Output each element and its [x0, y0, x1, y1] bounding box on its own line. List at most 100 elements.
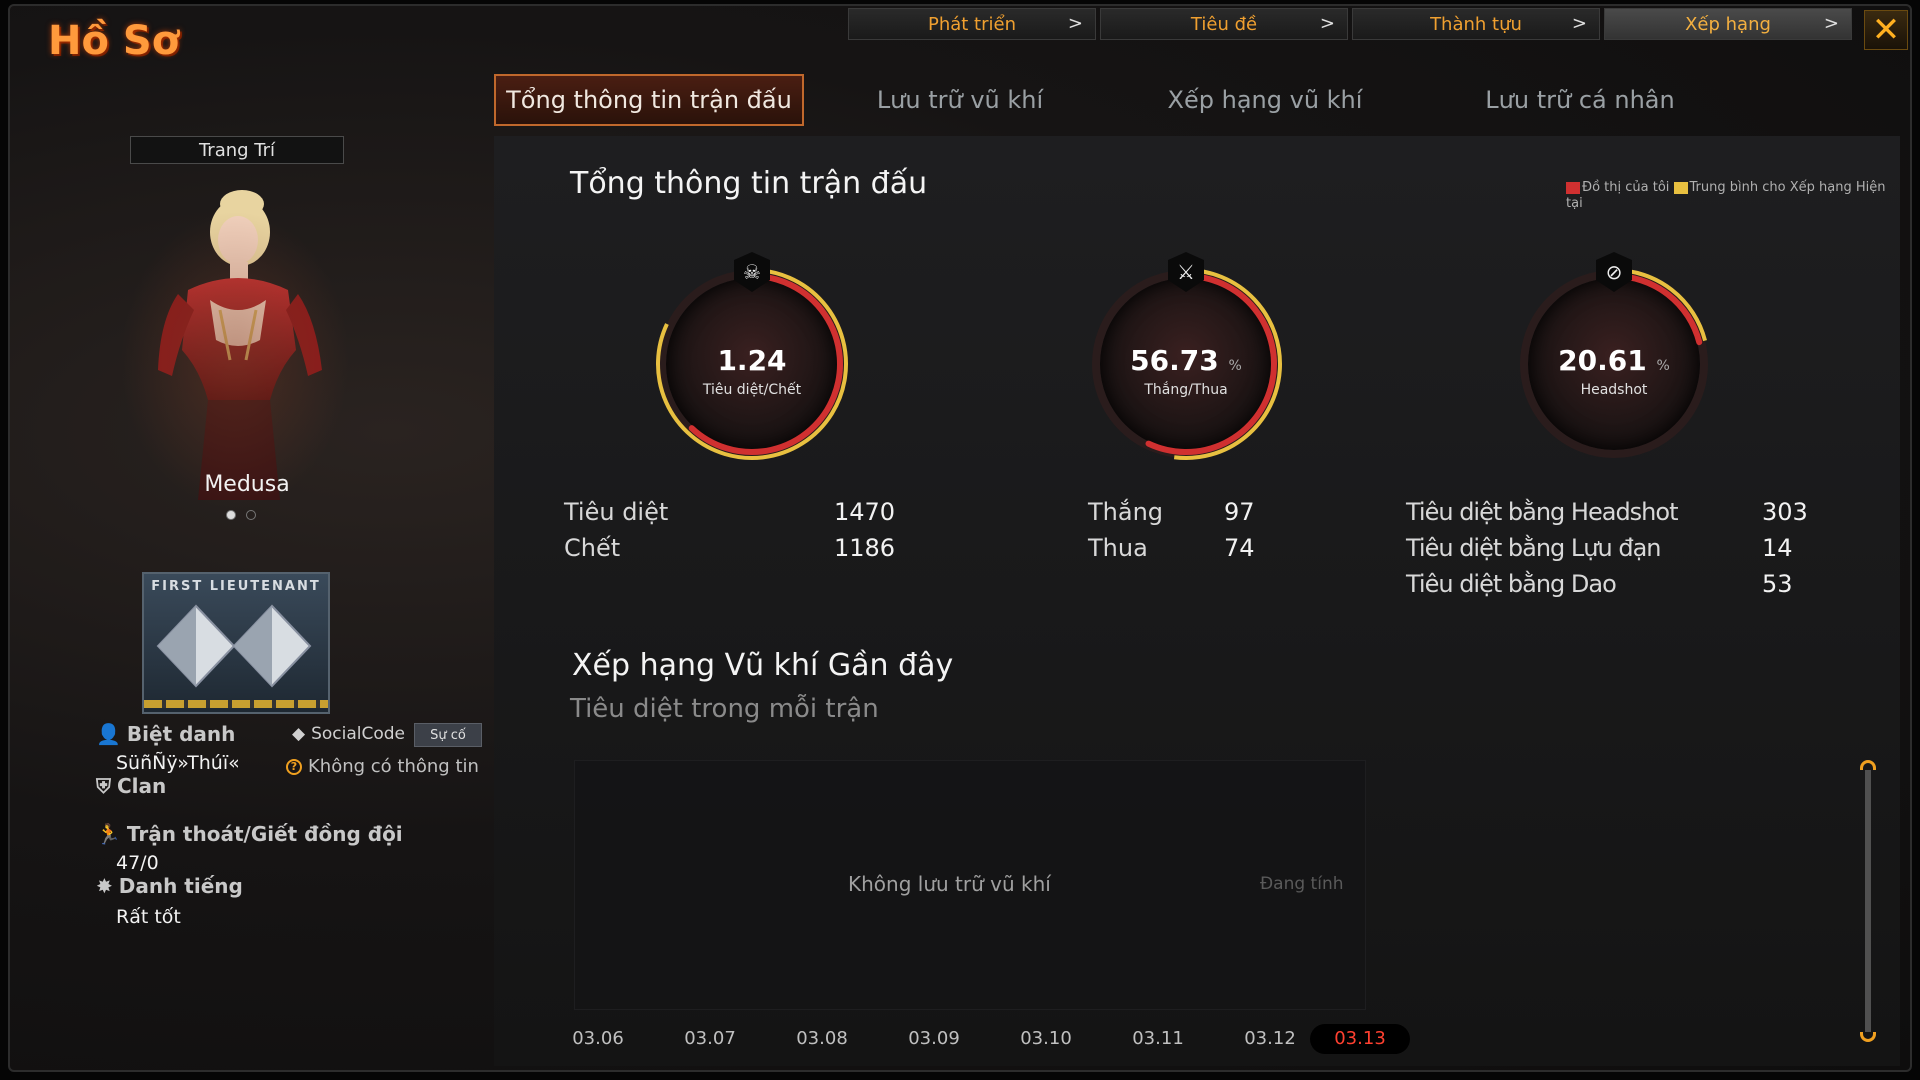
gauge-value: 1.24 [652, 344, 852, 377]
top-nav-ranking[interactable]: Xếp hạng > [1604, 8, 1852, 40]
top-nav-label: Tiêu đề [1190, 13, 1258, 35]
gauge-value-number: 56.73 [1130, 344, 1219, 377]
date-tab[interactable]: 03.07 [660, 1024, 760, 1054]
star-badge-icon: ✸ [96, 874, 113, 898]
deaths-value: 1186 [834, 534, 896, 562]
gauge-value: 20.61 % [1514, 344, 1714, 377]
desert-label: Trận thoát/Giết đồng đội [126, 822, 403, 846]
incident-button[interactable]: Sự cố [414, 723, 482, 747]
decor-button[interactable]: Trang Trí [130, 136, 344, 164]
top-nav-label: Phát triển [927, 13, 1016, 35]
close-icon: ✕ [1871, 10, 1901, 50]
date-tab[interactable]: 03.10 [996, 1024, 1096, 1054]
scroll-down-cap[interactable] [1860, 1032, 1876, 1042]
gauge-label: Tiêu diệt/Chết [702, 382, 802, 398]
reputation-label-row: ✸ Danh tiếng [96, 874, 516, 898]
clan-label: Clan [117, 774, 167, 798]
kills-label: Tiêu diệt [564, 498, 669, 526]
top-nav-label: Thành tựu [1430, 13, 1522, 35]
gauge-value-number: 20.61 [1558, 344, 1647, 377]
portrait-glow [120, 210, 350, 510]
tab-battle-summary[interactable]: Tổng thông tin trận đấu [494, 74, 804, 126]
chart-empty-text: Không lưu trữ vũ khí [848, 872, 1051, 896]
losses-value: 74 [1224, 534, 1255, 562]
weapon-ranking-title: Xếp hạng Vũ khí Gần đây [572, 648, 954, 683]
gauge-value-number: 1.24 [717, 344, 787, 377]
user-icon: 👤 [96, 722, 121, 746]
wins-label: Thắng [1088, 498, 1164, 526]
top-nav-development[interactable]: Phát triển > [848, 8, 1096, 40]
chevron-right-icon: > [1823, 13, 1839, 34]
top-nav-achievements[interactable]: Thành tựu > [1352, 8, 1600, 40]
tab-weapon-archive[interactable]: Lưu trữ vũ khí [810, 74, 1110, 126]
headshot-kills-label: Tiêu diệt bằng Headshot [1406, 498, 1678, 526]
scroll-up-cap[interactable] [1860, 760, 1876, 770]
gauge-unit: % [1228, 358, 1242, 374]
character-name: Medusa [204, 472, 290, 497]
gauge-value: 56.73 % [1086, 344, 1286, 377]
kills-value: 1470 [834, 498, 896, 526]
socialcode-label: SocialCode [311, 724, 406, 744]
page-dot[interactable] [246, 510, 256, 520]
close-button[interactable]: ✕ [1864, 10, 1908, 50]
desert-label-row: 🏃 Trận thoát/Giết đồng đội [96, 822, 516, 846]
date-tab[interactable]: 03.08 [772, 1024, 872, 1054]
tag-icon: ◆ [292, 724, 306, 744]
scroll-track[interactable] [1865, 770, 1871, 1032]
gauge-label: Thắng/Thua [1144, 382, 1228, 398]
top-nav-titles[interactable]: Tiêu đề > [1100, 8, 1348, 40]
legend-swatch-avg [1673, 181, 1688, 194]
reputation-label: Danh tiếng [118, 874, 243, 898]
wins-value: 97 [1224, 498, 1255, 526]
page-dot-active[interactable] [226, 510, 236, 520]
date-tab[interactable]: 03.06 [548, 1024, 648, 1054]
question-icon[interactable]: ? [286, 758, 302, 775]
tab-weapon-ranking[interactable]: Xếp hạng vũ khí [1110, 74, 1420, 126]
legend-mine-label: Đồ thị của tôi [1582, 180, 1670, 195]
socialcode-row: ◆ SocialCode [292, 724, 405, 744]
gauge-kd: ☠ 1.24 Tiêu diệt/Chết [652, 252, 852, 464]
diamond-insignia-icon [156, 604, 312, 688]
knife-kills-label: Tiêu diệt bằng Dao [1406, 570, 1617, 598]
scrollbar[interactable] [1860, 760, 1876, 1042]
chart-status-text: Đang tính [1260, 874, 1344, 894]
reputation-value: Rất tốt [116, 906, 181, 928]
headshot-kills-value: 303 [1762, 498, 1808, 526]
sub-tabs: Tổng thông tin trận đấu Lưu trữ vũ khí X… [494, 74, 1740, 126]
nickname-label: Biệt danh [126, 722, 236, 746]
chevron-right-icon: > [1067, 13, 1083, 34]
rank-progress-bar [144, 700, 328, 708]
tab-personal-archive[interactable]: Lưu trữ cá nhân [1420, 74, 1740, 126]
losses-label: Thua [1088, 534, 1148, 562]
date-tab[interactable]: 03.11 [1108, 1024, 1208, 1054]
date-tab[interactable]: 03.12 [1220, 1024, 1320, 1054]
deaths-label: Chết [564, 534, 621, 562]
grenade-kills-value: 14 [1762, 534, 1793, 562]
battle-summary-title: Tổng thông tin trận đấu [570, 166, 928, 201]
character-page-dots [226, 510, 256, 520]
page-title: Hồ Sơ [48, 18, 180, 64]
desert-value: 47/0 [116, 852, 159, 874]
chevron-right-icon: > [1571, 13, 1587, 34]
clan-label-row: ⛨ Clan [96, 774, 516, 798]
weapon-ranking-subtitle: Tiêu diệt trong mỗi trận [570, 694, 879, 724]
gauge-label: Headshot [1580, 382, 1648, 398]
date-tab[interactable]: 03.09 [884, 1024, 984, 1054]
rank-badge: FIRST LIEUTENANT [142, 572, 330, 714]
socialcode-value-row: ? Không có thông tin [286, 756, 479, 777]
profile-info: 👤 Biệt danh SüñÑÿ»Thúï« ⛨ Clan 🏃 Trận th… [96, 722, 516, 928]
gauge-arc-mine [1611, 273, 1703, 346]
grenade-kills-label: Tiêu diệt bằng Lựu đạn [1406, 534, 1661, 562]
knife-kills-value: 53 [1762, 570, 1793, 598]
chevron-right-icon: > [1319, 13, 1335, 34]
socialcode-value: Không có thông tin [308, 756, 479, 777]
chart-legend: Đồ thị của tôi Trung bình cho Xếp hạng H… [1566, 180, 1886, 212]
rank-title: FIRST LIEUTENANT [151, 579, 321, 594]
running-man-icon: 🏃 [96, 822, 121, 846]
top-nav-label: Xếp hạng [1685, 13, 1771, 35]
clan-icon: ⛨ [96, 774, 111, 798]
gauge-winrate: ⚔ 56.73 % Thắng/Thua [1086, 252, 1286, 464]
date-tab-active[interactable]: 03.13 [1310, 1024, 1410, 1054]
top-nav: Phát triển > Tiêu đề > Thành tựu > Xếp h… [848, 8, 1852, 40]
gauge-headshot: ⊘ 20.61 % Headshot [1514, 252, 1714, 464]
